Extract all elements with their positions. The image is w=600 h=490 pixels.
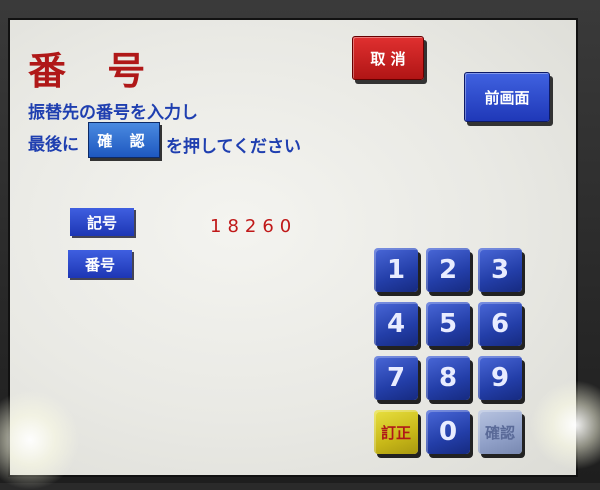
key-5[interactable]: 5	[426, 302, 470, 346]
symbol-field-label[interactable]: 記号	[70, 208, 134, 236]
key-6[interactable]: 6	[478, 302, 522, 346]
symbol-field-value: 18260	[210, 216, 298, 237]
number-field-label[interactable]: 番号	[68, 250, 132, 278]
page-title: 番 号	[28, 48, 160, 93]
key-7[interactable]: 7	[374, 356, 418, 400]
correct-button[interactable]: 訂正	[374, 410, 418, 454]
key-4[interactable]: 4	[374, 302, 418, 346]
key-8[interactable]: 8	[426, 356, 470, 400]
glare-left	[0, 390, 80, 490]
instruction-line-2-prefix: 最後に	[28, 135, 79, 155]
atm-screen: 番 号 取 消 前画面 振替先の番号を入力し 最後に 確 認 を押してください …	[0, 18, 600, 490]
confirm-hint-label: 確 認	[88, 122, 160, 158]
key-0[interactable]: 0	[426, 410, 470, 454]
key-3[interactable]: 3	[478, 248, 522, 292]
previous-screen-button[interactable]: 前画面	[464, 72, 550, 122]
key-2[interactable]: 2	[426, 248, 470, 292]
key-1[interactable]: 1	[374, 248, 418, 292]
instruction-line-2-suffix: を押してください	[166, 137, 301, 157]
key-9[interactable]: 9	[478, 356, 522, 400]
cancel-button[interactable]: 取 消	[352, 36, 424, 80]
confirm-button[interactable]: 確認	[478, 410, 522, 454]
instruction-line-1: 振替先の番号を入力し	[28, 103, 198, 123]
